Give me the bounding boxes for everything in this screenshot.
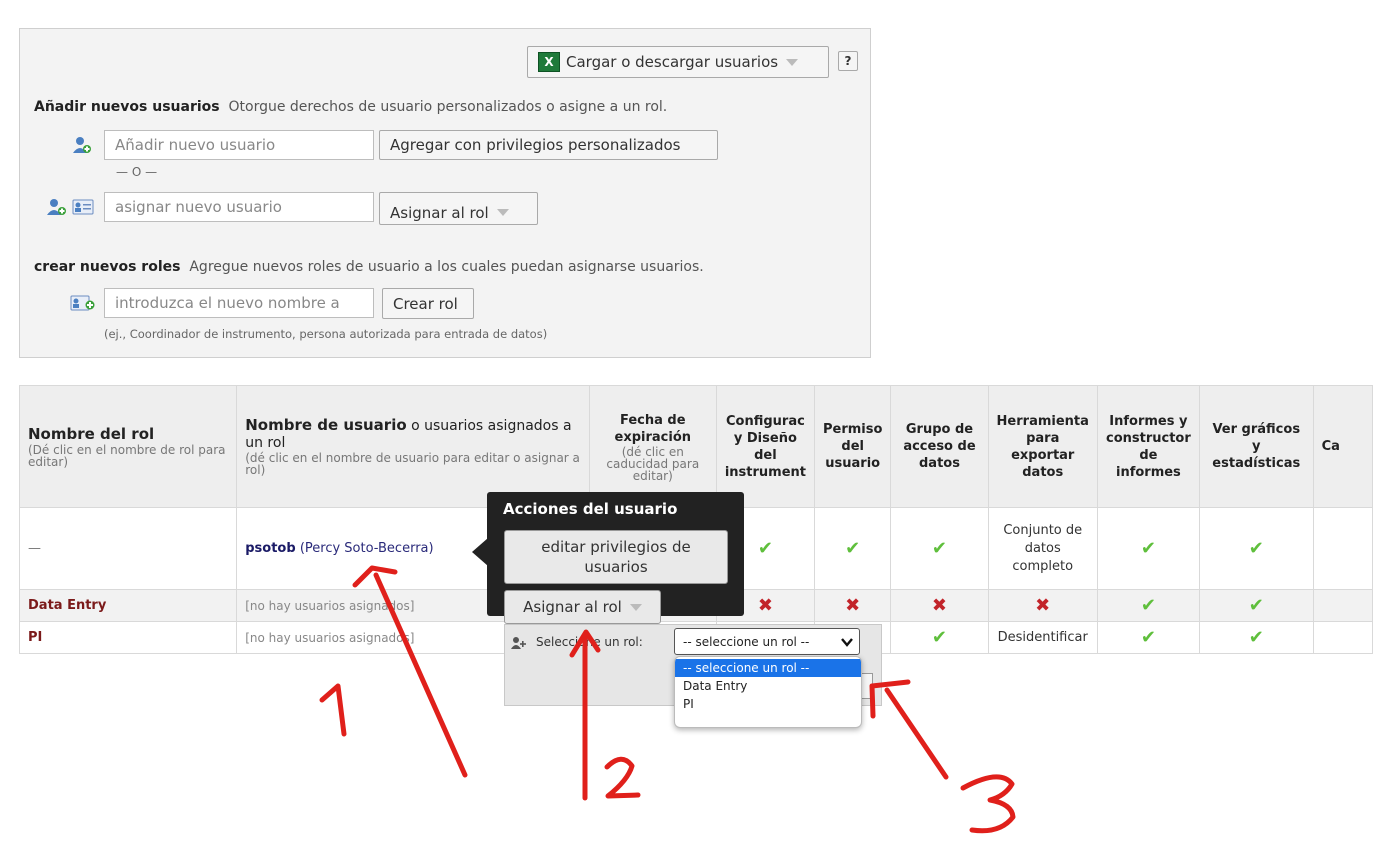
annotation-arrow-1 — [373, 572, 468, 778]
annotation-arrow-3 — [884, 687, 949, 780]
annotation-number-2 — [604, 756, 641, 799]
annotation-number-1 — [319, 683, 347, 737]
annotation-overlay — [319, 565, 1016, 834]
annotation-number-3 — [960, 774, 1016, 834]
